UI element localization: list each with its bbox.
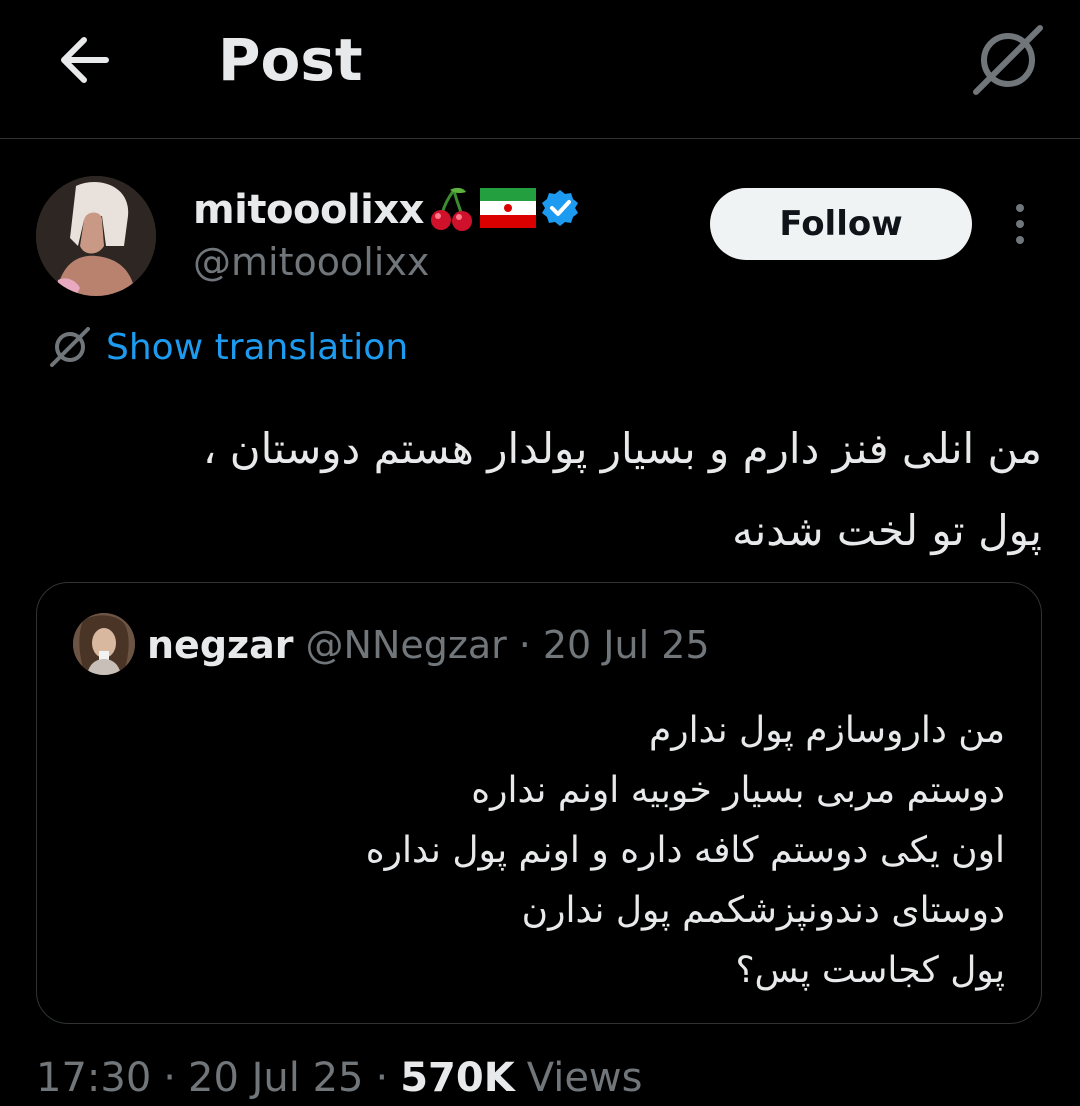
translate-icon <box>50 327 90 367</box>
post-text-line: پول تو لخت شدنه <box>732 506 1042 555</box>
quote-text-line: من داروسازم پول ندارم <box>649 710 1005 751</box>
quote-text-line: دوستم مربی بسیار خوبیه اونم نداره <box>471 770 1005 811</box>
quote-text: من داروسازم پول ندارم دوستم مربی بسیار خ… <box>75 701 1005 1001</box>
post-time: 17:30 <box>36 1055 152 1101</box>
post-text: من انلی فنز دارم و بسیار پولدار هستم دوس… <box>42 408 1042 572</box>
back-button[interactable] <box>52 28 116 92</box>
quote-author-name: negzar <box>147 623 294 667</box>
top-bar: Post <box>0 0 1080 139</box>
quote-avatar-image <box>73 613 135 675</box>
flag-iran-icon <box>479 188 536 232</box>
more-options-button[interactable] <box>1004 200 1036 248</box>
translate-icon <box>973 25 1043 95</box>
arrow-left-icon <box>61 37 109 83</box>
quote-author-handle: @NNegzar <box>305 623 507 667</box>
author-handle[interactable]: @mitooolixx <box>193 240 429 284</box>
views-label[interactable]: Views <box>527 1055 643 1101</box>
quote-meta: negzar @NNegzar · 20 Jul 25 <box>147 619 710 671</box>
page-title: Post <box>218 26 363 94</box>
quote-date: 20 Jul 25 <box>542 623 710 667</box>
stats-separator: · <box>163 1055 176 1101</box>
views-count[interactable]: 570K <box>400 1055 515 1101</box>
post-date: 20 Jul 25 <box>188 1055 364 1101</box>
avatar-image <box>36 176 156 296</box>
show-translation-label[interactable]: Show translation <box>106 327 408 368</box>
stats-separator: · <box>375 1055 389 1101</box>
show-translation-link[interactable]: Show translation <box>48 322 408 372</box>
translate-button[interactable] <box>970 22 1046 98</box>
author-display-name[interactable]: mitooolixx <box>193 187 424 233</box>
quoted-post-card[interactable]: negzar @NNegzar · 20 Jul 25 من داروسازم … <box>36 582 1042 1024</box>
cherries-icon <box>428 184 476 236</box>
author-avatar[interactable] <box>36 176 156 296</box>
quote-separator: · <box>518 623 531 667</box>
quote-author-avatar <box>73 613 135 675</box>
quote-text-line: اون یکی دوستم کافه داره و اونم پول نداره <box>365 830 1005 871</box>
post-text-line: من انلی فنز دارم و بسیار پولدار هستم دوس… <box>202 424 1042 473</box>
quote-text-line: دوستای دندونپزشکمم پول ندارن <box>521 890 1005 931</box>
more-vertical-icon <box>1016 204 1024 244</box>
post-stats: 17:30 · 20 Jul 25 · 570K Views <box>36 1050 642 1106</box>
follow-button[interactable]: Follow <box>710 188 972 260</box>
quote-text-line: پول کجاست پس؟ <box>735 950 1005 991</box>
author-name-row[interactable]: mitooolixx <box>193 184 580 236</box>
verified-badge-icon <box>540 188 580 232</box>
